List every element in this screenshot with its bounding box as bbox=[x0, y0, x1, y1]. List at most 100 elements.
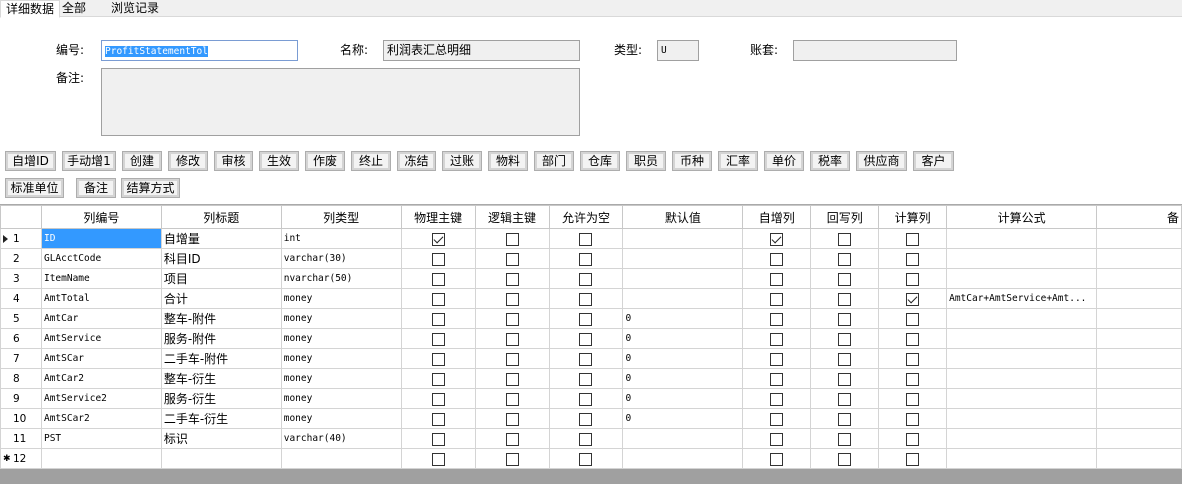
writeback-checkbox[interactable] bbox=[838, 312, 852, 326]
physical-pk-checkbox[interactable] bbox=[431, 312, 445, 326]
cell-default-value[interactable]: 0 bbox=[622, 348, 744, 369]
writeback-checkbox[interactable] bbox=[838, 272, 852, 286]
row-header[interactable]: 1 bbox=[0, 228, 42, 249]
tab-all[interactable]: 全部 bbox=[57, 0, 91, 17]
row-header[interactable]: 7 bbox=[0, 348, 42, 369]
toolbar-button-3[interactable]: 创建 bbox=[122, 151, 162, 171]
cell-formula[interactable] bbox=[946, 368, 1098, 389]
toolbar-button-14[interactable]: 职员 bbox=[626, 151, 666, 171]
table-row[interactable]: 2 GLAcctCode 科目ID varchar(30) bbox=[0, 248, 1182, 269]
col-header-type[interactable]: 列类型 bbox=[280, 205, 402, 229]
identity-checkbox[interactable] bbox=[770, 432, 784, 446]
logical-pk-checkbox[interactable] bbox=[505, 352, 519, 366]
cell-default-value[interactable]: 0 bbox=[622, 328, 744, 349]
cell-column-type[interactable]: nvarchar(50) bbox=[280, 268, 402, 289]
col-header-computed[interactable]: 计算列 bbox=[878, 205, 948, 229]
nullable-checkbox[interactable] bbox=[579, 252, 593, 266]
toolbar-button-20[interactable]: 客户 bbox=[913, 151, 954, 171]
toolbar-button-1[interactable]: 自增ID bbox=[5, 151, 56, 171]
nullable-checkbox[interactable] bbox=[579, 432, 593, 446]
cell-default-value[interactable] bbox=[622, 228, 744, 249]
cell-column-title[interactable]: 合计 bbox=[160, 288, 282, 309]
writeback-checkbox[interactable] bbox=[838, 352, 852, 366]
cell-remark[interactable] bbox=[1096, 348, 1182, 369]
cell-formula[interactable] bbox=[946, 408, 1098, 429]
physical-pk-checkbox[interactable] bbox=[431, 432, 445, 446]
toolbar-button-9[interactable]: 冻结 bbox=[397, 151, 436, 171]
cell-column-title[interactable] bbox=[160, 448, 282, 469]
computed-checkbox[interactable] bbox=[906, 392, 920, 406]
row-header[interactable]: 6 bbox=[0, 328, 42, 349]
cell-column-type[interactable]: money bbox=[280, 288, 402, 309]
toolbar-button-12[interactable]: 部门 bbox=[534, 151, 574, 171]
col-header-remark[interactable]: 备 bbox=[1096, 205, 1182, 229]
identity-checkbox[interactable] bbox=[770, 232, 784, 246]
cell-formula[interactable] bbox=[946, 348, 1098, 369]
cell-column-code[interactable]: AmtSCar2 bbox=[40, 408, 162, 429]
toolbar-button-6[interactable]: 生效 bbox=[259, 151, 299, 171]
cell-remark[interactable] bbox=[1096, 248, 1182, 269]
writeback-checkbox[interactable] bbox=[838, 232, 852, 246]
table-row[interactable]: 6 AmtService 服务-附件 money 0 bbox=[0, 328, 1182, 349]
cell-remark[interactable] bbox=[1096, 428, 1182, 449]
identity-checkbox[interactable] bbox=[770, 372, 784, 386]
cell-formula[interactable] bbox=[946, 308, 1098, 329]
logical-pk-checkbox[interactable] bbox=[505, 452, 519, 466]
logical-pk-checkbox[interactable] bbox=[505, 272, 519, 286]
physical-pk-checkbox[interactable] bbox=[431, 272, 445, 286]
cell-column-type[interactable] bbox=[280, 448, 402, 469]
cell-column-title[interactable]: 二手车-附件 bbox=[160, 348, 282, 369]
table-row[interactable]: ✱ 12 bbox=[0, 448, 1182, 469]
logical-pk-checkbox[interactable] bbox=[505, 312, 519, 326]
logical-pk-checkbox[interactable] bbox=[505, 232, 519, 246]
row-header[interactable]: 3 bbox=[0, 268, 42, 289]
nullable-checkbox[interactable] bbox=[579, 292, 593, 306]
physical-pk-checkbox[interactable] bbox=[431, 292, 445, 306]
cell-column-code[interactable]: GLAcctCode bbox=[40, 248, 162, 269]
logical-pk-checkbox[interactable] bbox=[505, 412, 519, 426]
col-header-nullable[interactable]: 允许为空 bbox=[548, 205, 624, 229]
cell-column-type[interactable]: money bbox=[280, 328, 402, 349]
logical-pk-checkbox[interactable] bbox=[505, 392, 519, 406]
cell-column-type[interactable]: money bbox=[280, 348, 402, 369]
nullable-checkbox[interactable] bbox=[579, 412, 593, 426]
identity-checkbox[interactable] bbox=[770, 392, 784, 406]
toolbar2-button-1[interactable]: 标准单位 bbox=[5, 178, 64, 198]
tab-detail[interactable]: 详细数据 bbox=[0, 0, 61, 18]
computed-checkbox[interactable] bbox=[906, 272, 920, 286]
row-header[interactable]: 4 bbox=[0, 288, 42, 309]
account-field[interactable] bbox=[793, 40, 957, 61]
row-header[interactable]: 11 bbox=[0, 428, 42, 449]
toolbar-button-17[interactable]: 单价 bbox=[764, 151, 804, 171]
col-header-title[interactable]: 列标题 bbox=[160, 205, 282, 229]
identity-checkbox[interactable] bbox=[770, 412, 784, 426]
row-header[interactable]: 5 bbox=[0, 308, 42, 329]
toolbar-button-7[interactable]: 作废 bbox=[305, 151, 345, 171]
toolbar-button-11[interactable]: 物料 bbox=[488, 151, 528, 171]
computed-checkbox[interactable] bbox=[906, 332, 920, 346]
identity-checkbox[interactable] bbox=[770, 252, 784, 266]
physical-pk-checkbox[interactable] bbox=[431, 252, 445, 266]
computed-checkbox[interactable] bbox=[906, 352, 920, 366]
physical-pk-checkbox[interactable] bbox=[431, 352, 445, 366]
table-row[interactable]: 11 PST 标识 varchar(40) bbox=[0, 428, 1182, 449]
row-header[interactable]: 8 bbox=[0, 368, 42, 389]
toolbar-button-16[interactable]: 汇率 bbox=[718, 151, 758, 171]
tab-history[interactable]: 浏览记录 bbox=[106, 0, 164, 17]
writeback-checkbox[interactable] bbox=[838, 452, 852, 466]
cell-default-value[interactable]: 0 bbox=[622, 388, 744, 409]
computed-checkbox[interactable] bbox=[906, 232, 920, 246]
logical-pk-checkbox[interactable] bbox=[505, 252, 519, 266]
logical-pk-checkbox[interactable] bbox=[505, 332, 519, 346]
cell-formula[interactable] bbox=[946, 268, 1098, 289]
cell-remark[interactable] bbox=[1096, 328, 1182, 349]
cell-formula[interactable] bbox=[946, 448, 1098, 469]
col-header-physical-pk[interactable]: 物理主键 bbox=[400, 205, 476, 229]
cell-remark[interactable] bbox=[1096, 388, 1182, 409]
table-row[interactable]: 7 AmtSCar 二手车-附件 money 0 bbox=[0, 348, 1182, 369]
computed-checkbox[interactable] bbox=[906, 412, 920, 426]
table-row[interactable]: 8 AmtCar2 整车-衍生 money 0 bbox=[0, 368, 1182, 389]
cell-column-title[interactable]: 自增量 bbox=[160, 228, 282, 249]
physical-pk-checkbox[interactable] bbox=[431, 392, 445, 406]
physical-pk-checkbox[interactable] bbox=[431, 332, 445, 346]
